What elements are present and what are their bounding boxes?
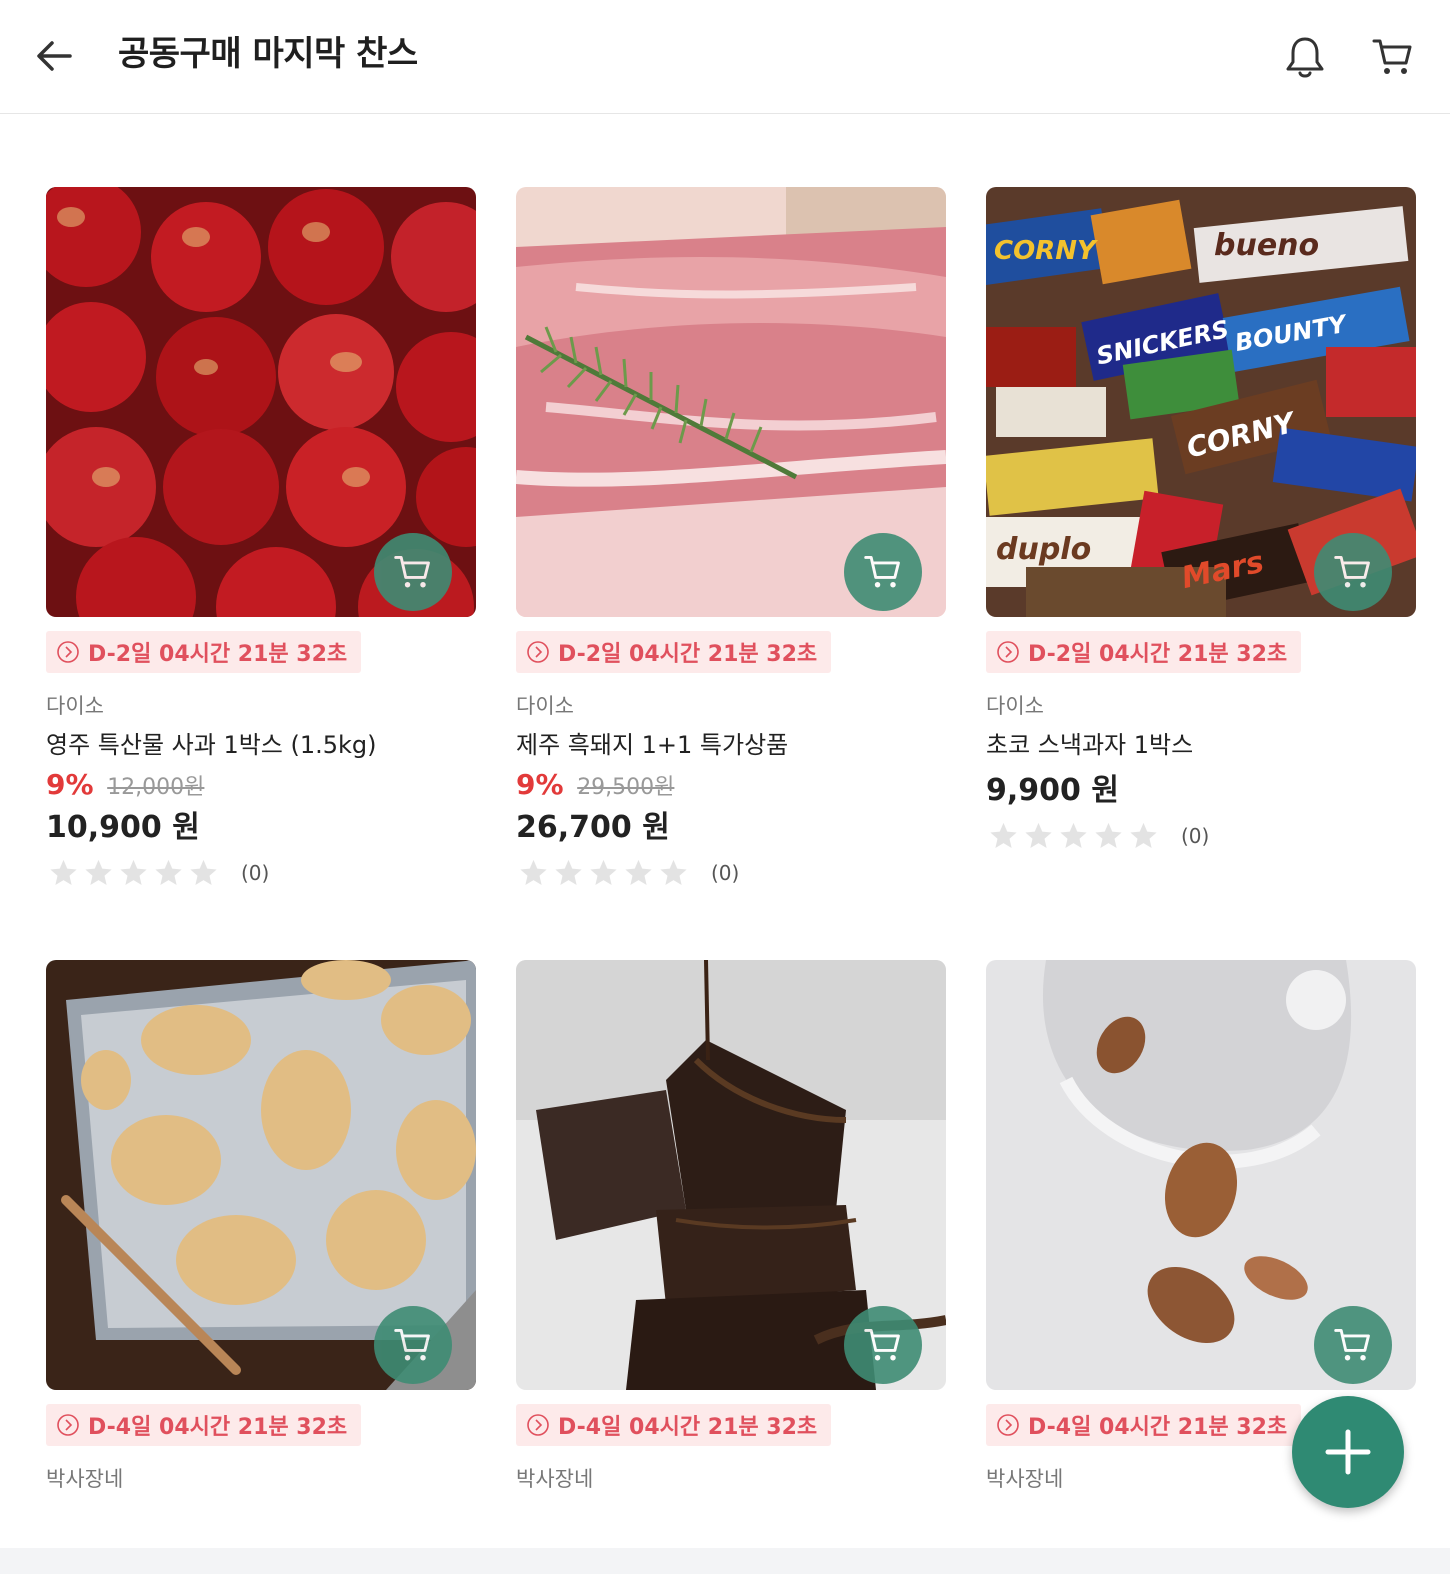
page-title: 공동구매 마지막 찬스 — [118, 34, 418, 74]
star-icon — [1060, 822, 1087, 848]
deadline-text: D-4일 04시간 21분 32초 — [88, 1415, 348, 1440]
discount-rate: 9% — [46, 768, 94, 801]
cart-icon — [394, 1329, 430, 1361]
svg-text:bueno: bueno — [1214, 228, 1319, 263]
star-icon — [520, 859, 547, 885]
product-name: 초코 스낵과자 1박스 — [986, 731, 1194, 759]
back-button[interactable] — [28, 30, 80, 82]
discount-rate: 9% — [516, 768, 564, 801]
cart-icon — [394, 556, 430, 588]
deadline-badge: D-4일 04시간 21분 32초 — [46, 1404, 362, 1446]
review-count: (0) — [241, 861, 270, 885]
star-icon — [155, 859, 182, 885]
product-image[interactable] — [46, 960, 476, 1390]
add-to-cart-button[interactable] — [1314, 533, 1392, 611]
sale-price: 26,700 원 — [516, 810, 670, 845]
clock-icon — [527, 641, 549, 663]
product-name: 영주 특산물 사과 1박스 (1.5kg) — [46, 731, 377, 759]
product-image[interactable]: CORNY bueno SNICKERS BOUNTY CORNY duplo … — [986, 187, 1416, 617]
product-image[interactable] — [986, 960, 1416, 1390]
seller-name: 박사장네 — [516, 1467, 594, 1491]
product-name: 제주 흑돼지 1+1 특가상품 — [516, 731, 789, 759]
product-image[interactable] — [516, 960, 946, 1390]
star-icon — [625, 859, 652, 885]
star-icon — [660, 859, 687, 885]
deadline-badge: D-2일 04시간 21분 32초 — [986, 631, 1302, 673]
seller-name: 다이소 — [516, 694, 574, 718]
clock-icon — [527, 1414, 549, 1436]
sale-price: 10,900 원 — [46, 810, 200, 845]
discount-row: 9% 12,000원 — [46, 769, 476, 804]
product-card[interactable]: D-4일 04시간 21분 32초 박사장네 — [516, 960, 946, 1492]
cart-icon — [1334, 556, 1370, 588]
star-rating: (0) — [46, 856, 476, 890]
star-icon — [120, 859, 147, 885]
cart-icon — [864, 556, 900, 588]
deadline-badge: D-2일 04시간 21분 32초 — [516, 631, 832, 673]
deadline-badge: D-4일 04시간 21분 32초 — [516, 1404, 832, 1446]
arrow-left-icon — [37, 41, 72, 71]
clock-icon — [57, 641, 79, 663]
cart-icon — [1334, 1329, 1370, 1361]
review-count: (0) — [1181, 824, 1210, 848]
review-count: (0) — [711, 861, 740, 885]
clock-icon — [997, 1414, 1019, 1436]
original-price: 29,500원 — [577, 775, 675, 800]
add-to-cart-button[interactable] — [844, 1306, 922, 1384]
product-image[interactable] — [516, 187, 946, 617]
clock-icon — [57, 1414, 79, 1436]
star-rating: (0) — [986, 819, 1416, 853]
seller-name: 다이소 — [46, 694, 104, 718]
star-icon — [1095, 822, 1122, 848]
add-to-cart-button[interactable] — [844, 533, 922, 611]
star-icon — [1130, 822, 1157, 848]
bottom-bar — [0, 1548, 1450, 1574]
svg-text:duplo: duplo — [996, 532, 1091, 567]
cart-button[interactable] — [1366, 30, 1420, 84]
seller-name: 다이소 — [986, 694, 1044, 718]
add-to-cart-button[interactable] — [374, 533, 452, 611]
star-icon — [190, 859, 217, 885]
product-card[interactable]: D-2일 04시간 21분 32초 다이소 영주 특산물 사과 1박스 (1.5… — [46, 187, 476, 890]
deadline-text: D-4일 04시간 21분 32초 — [1028, 1415, 1288, 1440]
add-fab-button[interactable] — [1292, 1396, 1404, 1508]
seller-name: 박사장네 — [46, 1467, 124, 1491]
plus-icon — [1325, 1429, 1371, 1475]
star-rating: (0) — [516, 856, 946, 890]
star-icon — [50, 859, 77, 885]
cart-icon — [1372, 39, 1412, 74]
product-card[interactable]: D-2일 04시간 21분 32초 다이소 제주 흑돼지 1+1 특가상품 9%… — [516, 187, 946, 890]
discount-row: 9% 29,500원 — [516, 769, 946, 804]
app-header: 공동구매 마지막 찬스 — [0, 0, 1450, 114]
deadline-badge: D-2일 04시간 21분 32초 — [46, 631, 362, 673]
star-icon — [85, 859, 112, 885]
deadline-text: D-2일 04시간 21분 32초 — [88, 642, 348, 667]
sale-price: 9,900 원 — [986, 773, 1119, 808]
product-image[interactable] — [46, 187, 476, 617]
cart-icon — [864, 1329, 900, 1361]
star-icon — [555, 859, 582, 885]
add-to-cart-button[interactable] — [1314, 1306, 1392, 1384]
product-card[interactable]: D-4일 04시간 21분 32초 박사장네 — [46, 960, 476, 1492]
deadline-text: D-2일 04시간 21분 32초 — [558, 642, 818, 667]
svg-text:CORNY: CORNY — [994, 236, 1099, 266]
product-grid: D-2일 04시간 21분 32초 다이소 영주 특산물 사과 1박스 (1.5… — [0, 115, 1450, 1507]
deadline-badge: D-4일 04시간 21분 32초 — [986, 1404, 1302, 1446]
star-icon — [590, 859, 617, 885]
star-icon — [1025, 822, 1052, 848]
deadline-text: D-2일 04시간 21분 32초 — [1028, 642, 1288, 667]
star-icon — [990, 822, 1017, 848]
bell-icon — [1286, 37, 1324, 78]
notification-button[interactable] — [1278, 30, 1332, 84]
deadline-text: D-4일 04시간 21분 32초 — [558, 1415, 818, 1440]
product-card[interactable]: CORNY bueno SNICKERS BOUNTY CORNY duplo … — [986, 187, 1416, 853]
add-to-cart-button[interactable] — [374, 1306, 452, 1384]
clock-icon — [997, 641, 1019, 663]
original-price: 12,000원 — [107, 775, 205, 800]
